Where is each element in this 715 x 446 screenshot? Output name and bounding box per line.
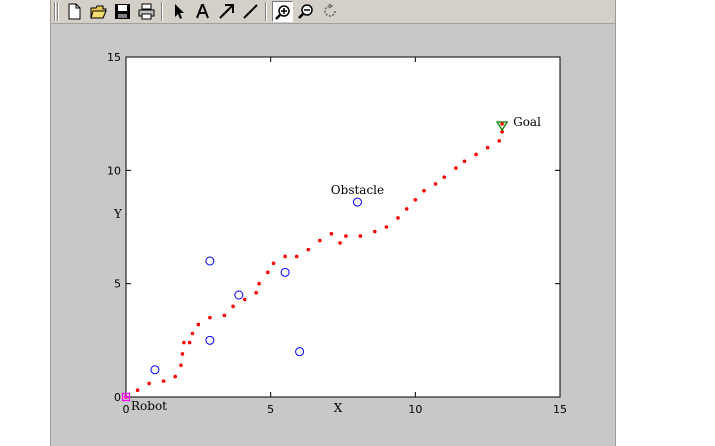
path-point: [196, 322, 201, 327]
path-point: [242, 297, 247, 302]
path-point: [404, 207, 409, 211]
path-point: [135, 388, 140, 393]
path-point: [208, 315, 212, 320]
path-point: [271, 261, 276, 266]
x-tick-label: 0: [123, 403, 130, 416]
path-point: [474, 152, 478, 157]
path-point: [462, 159, 467, 164]
path-point: [413, 198, 418, 202]
path-point: [396, 216, 400, 220]
path-point: [147, 381, 151, 386]
path-point: [329, 232, 334, 236]
path-point: [422, 188, 426, 193]
path-point: [257, 281, 261, 286]
goal-annotation: Goal: [513, 115, 541, 129]
path-point: [338, 241, 342, 245]
path-point: [454, 166, 458, 170]
robot-marker-center: [124, 395, 128, 399]
robot-annotation: Robot: [131, 399, 167, 413]
path-point: [161, 379, 166, 383]
path-point: [283, 254, 287, 259]
y-tick-label: 10: [107, 164, 121, 177]
plot-canvas: 0 5 10 15 0 5 10 15 X Y Robot Obstacle Goal: [107, 51, 567, 416]
y-tick-label: 5: [114, 278, 121, 291]
path-point: [358, 234, 363, 238]
y-tick-label: 15: [107, 51, 121, 64]
path-point: [485, 145, 490, 150]
obstacle-annotation: Obstacle: [331, 183, 384, 197]
plot-area[interactable]: [125, 56, 561, 398]
path-point: [497, 139, 502, 143]
x-tick-label: 5: [267, 403, 274, 416]
path-point: [433, 182, 438, 186]
y-axis-label: Y: [113, 207, 123, 221]
path-point: [373, 229, 377, 234]
y-tick-label: 0: [114, 391, 121, 404]
path-point: [180, 352, 185, 356]
path-point: [294, 254, 299, 259]
path-point: [254, 290, 258, 295]
x-axis-label: X: [334, 401, 343, 415]
path-point: [190, 331, 195, 336]
path-point: [265, 270, 270, 275]
path-point: [442, 175, 447, 179]
path-point: [187, 340, 192, 345]
path-point: [384, 225, 389, 229]
path-point: [182, 340, 186, 345]
path-point: [222, 313, 227, 318]
path-point: [306, 247, 311, 252]
path-point: [318, 238, 322, 243]
path-point: [231, 304, 235, 309]
path-point: [173, 374, 177, 379]
x-tick-label: 15: [553, 403, 567, 416]
path-point: [179, 363, 183, 368]
x-tick-label: 10: [408, 403, 422, 416]
path-point: [344, 234, 348, 238]
goal-marker-center: [500, 122, 504, 126]
